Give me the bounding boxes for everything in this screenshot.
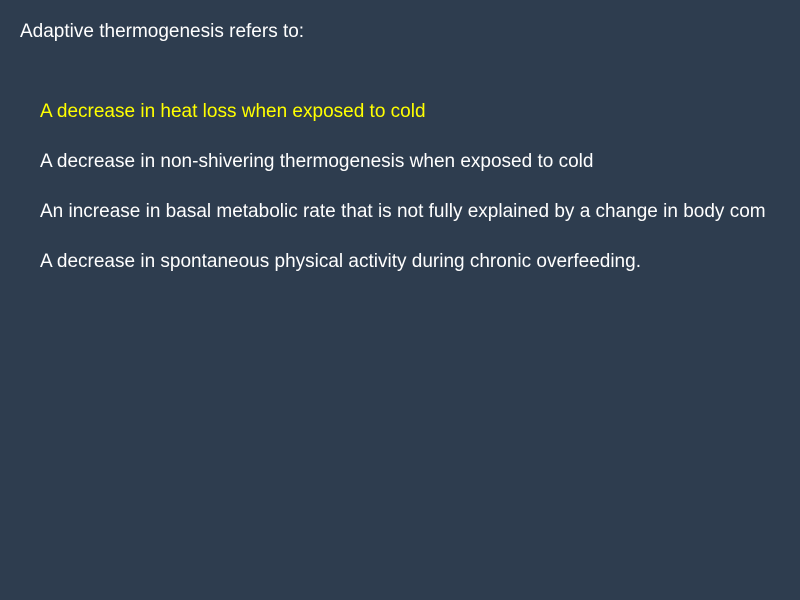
answer-option-3[interactable]: An increase in basal metabolic rate that… [40,201,800,251]
answer-option-4[interactable]: A decrease in spontaneous physical activ… [40,251,800,301]
answer-options: A decrease in heat loss when exposed to … [40,101,800,301]
answer-option-2[interactable]: A decrease in non-shivering thermogenesi… [40,151,800,201]
question-text: Adaptive thermogenesis refers to: [20,21,305,42]
answer-option-1[interactable]: A decrease in heat loss when exposed to … [40,101,800,151]
